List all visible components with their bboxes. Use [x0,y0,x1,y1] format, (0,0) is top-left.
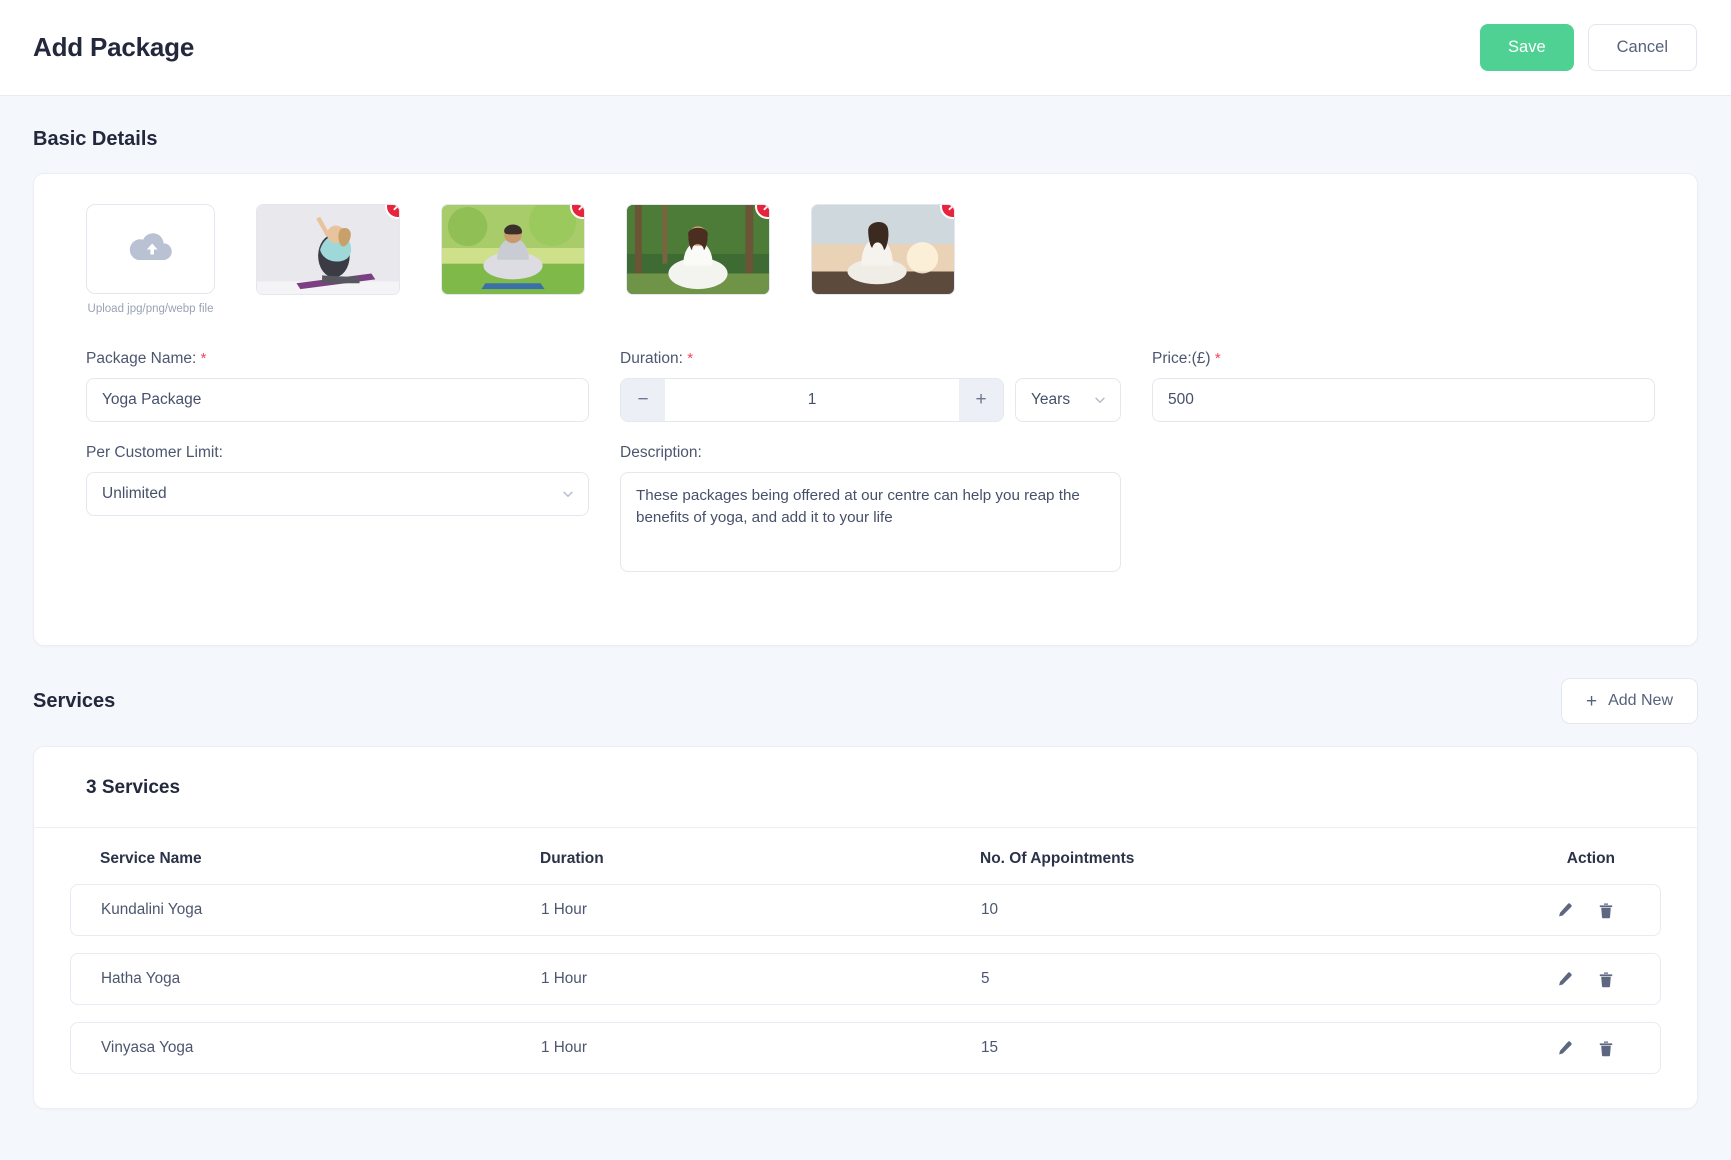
package-name-label: Package Name: * [86,350,207,367]
row-actions [1470,902,1630,919]
image-thumbnail[interactable]: ✕ [811,204,955,295]
image-thumbnail[interactable]: ✕ [441,204,585,295]
description-field: Description: [620,444,1121,577]
trash-icon[interactable] [1598,971,1614,988]
duration-increment-button[interactable]: + [959,379,1003,421]
services-count: 3 Services [34,747,1697,828]
service-duration-cell: 1 Hour [541,970,587,987]
duration-decrement-button[interactable]: − [621,379,665,421]
upload-dropzone-wrap: Upload jpg/png/webp file [86,204,215,315]
trash-icon[interactable] [1598,1040,1614,1057]
table-row[interactable]: Hatha Yoga 1 Hour 5 [70,953,1661,1005]
trash-icon[interactable] [1598,902,1614,919]
service-name-cell: Vinyasa Yoga [101,1039,194,1056]
column-header-appointments: No. Of Appointments [980,850,1135,867]
table-row[interactable]: Kundalini Yoga 1 Hour 10 [70,884,1661,936]
form-row-1: Package Name: * Duration: * − 1 + [86,350,1655,422]
duration-unit-select[interactable]: Years [1015,378,1121,422]
duration-controls: − 1 + Years [620,378,1121,422]
service-duration-cell: 1 Hour [541,1039,587,1056]
row-actions [1470,1040,1630,1057]
per-customer-limit-field: Per Customer Limit: Unlimited [86,444,589,577]
service-duration-cell: 1 Hour [541,901,587,918]
plus-icon: + [1585,690,1598,712]
price-input[interactable] [1152,378,1655,422]
row-actions [1470,971,1630,988]
per-customer-limit-select[interactable]: Unlimited [86,472,589,516]
service-appointments-cell: 10 [981,901,999,918]
required-asterisk: * [687,350,694,367]
image-thumbnail[interactable]: ✕ [256,204,400,295]
chevron-down-icon [561,487,575,501]
table-header-row: Service Name Duration No. Of Appointment… [70,828,1661,884]
chevron-down-icon [1093,393,1107,407]
edit-pencil-icon[interactable] [1556,1040,1573,1057]
edit-pencil-icon[interactable] [1556,971,1573,988]
services-card: 3 Services Service Name Duration No. Of … [33,746,1698,1109]
per-customer-limit-value: Unlimited [102,485,167,502]
basic-details-header: Basic Details [33,96,1698,173]
column-header-action: Action [1566,850,1615,867]
description-textarea[interactable] [620,472,1121,572]
description-label: Description: [620,444,702,461]
service-name-cell: Kundalini Yoga [101,901,203,918]
save-button[interactable]: Save [1480,24,1574,71]
services-title: Services [33,689,116,712]
services-table: Service Name Duration No. Of Appointment… [34,828,1697,1108]
duration-label: Duration: * [620,350,694,367]
required-asterisk: * [1214,350,1221,367]
services-header: Services + Add New [33,646,1698,746]
duration-stepper: − 1 + [620,378,1004,422]
basic-details-card: Upload jpg/png/webp file ✕ [33,173,1698,646]
service-appointments-cell: 15 [981,1039,999,1056]
service-name-cell: Hatha Yoga [101,970,181,987]
duration-value[interactable]: 1 [665,379,959,421]
cancel-button[interactable]: Cancel [1587,24,1697,71]
basic-details-form: Package Name: * Duration: * − 1 + [34,315,1697,645]
table-row[interactable]: Vinyasa Yoga 1 Hour 15 [70,1022,1661,1074]
service-appointments-cell: 5 [981,970,990,987]
price-field: Price:(£) * [1152,350,1655,422]
add-new-service-button[interactable]: + Add New [1560,678,1698,724]
form-row-2: Per Customer Limit: Unlimited Descriptio… [86,444,1645,577]
price-label: Price:(£) * [1152,350,1221,367]
page-body: Basic Details Upload jpg/png/webp file P… [0,96,1731,1109]
add-new-label: Add New [1608,692,1673,709]
cloud-upload-icon [129,230,173,268]
package-name-input[interactable] [86,378,589,422]
per-customer-limit-label: Per Customer Limit: [86,444,223,461]
upload-caption: Upload jpg/png/webp file [87,303,214,315]
column-header-duration: Duration [540,850,604,867]
image-uploader: Upload jpg/png/webp file ✕ [34,174,1697,315]
duration-unit-value: Years [1031,391,1071,408]
upload-dropzone[interactable] [86,204,215,294]
package-name-field: Package Name: * [86,350,589,422]
image-thumbnail[interactable]: ✕ [626,204,770,295]
header-actions: Save Cancel [1480,24,1697,71]
form-spacer [1152,444,1655,577]
app-header: Add Package Save Cancel [0,0,1731,96]
edit-pencil-icon[interactable] [1556,902,1573,919]
column-header-service-name: Service Name [100,850,202,867]
page-title: Add Package [33,32,195,62]
duration-field: Duration: * − 1 + Years [620,350,1121,422]
required-asterisk: * [200,350,207,367]
basic-details-title: Basic Details [33,128,158,150]
